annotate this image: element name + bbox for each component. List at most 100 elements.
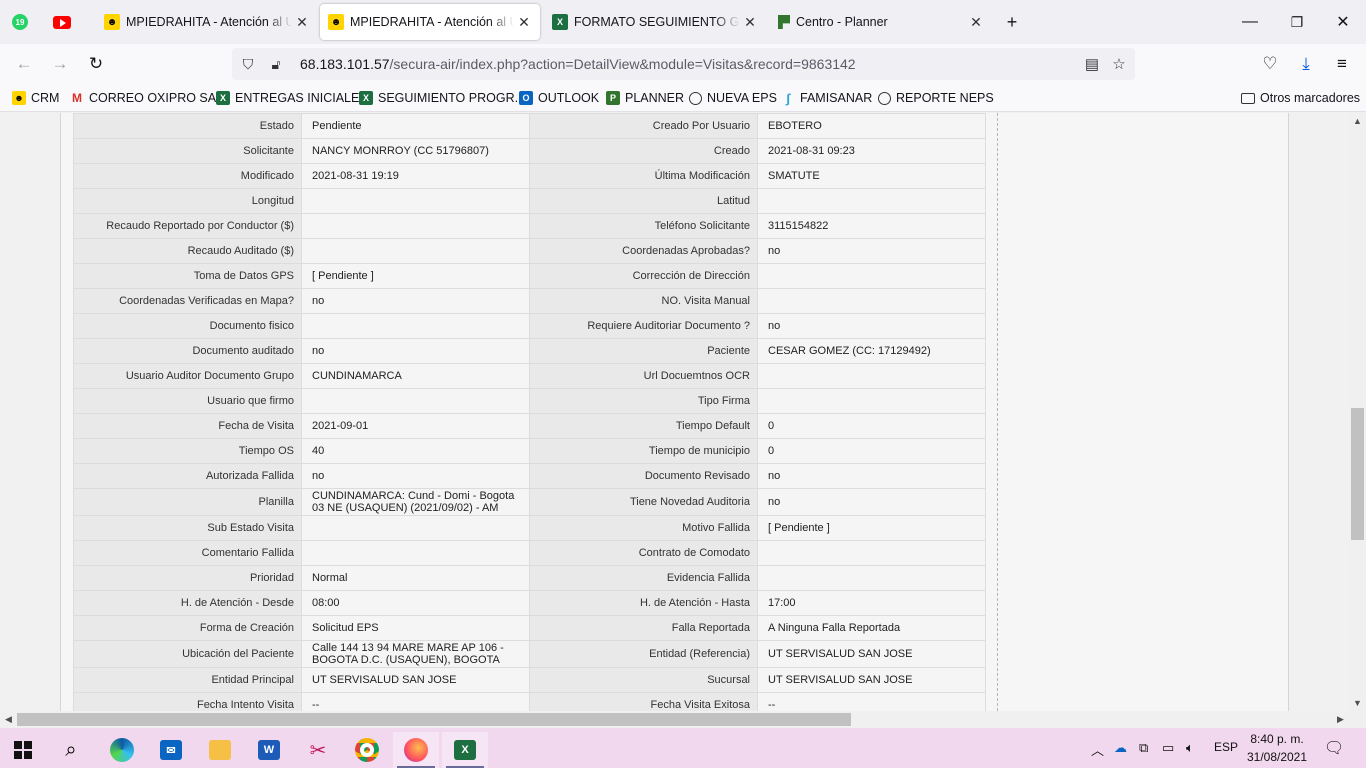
field-value: 2021-09-01 <box>301 413 530 439</box>
vertical-scrollbar[interactable]: ▲ ▼ <box>1349 113 1366 711</box>
maximize-button[interactable]: ❐ <box>1283 10 1311 34</box>
field-label: Requiere Auditoriar Documento ? <box>529 313 758 339</box>
detail-row: Solicitante NANCY MONRROY (CC 51796807) Cr… <box>73 138 986 164</box>
taskbar-firefox[interactable] <box>393 732 439 768</box>
new-tab-button[interactable]: + <box>998 10 1026 34</box>
field-label: Forma de Creación <box>73 615 302 641</box>
bookmark-planner[interactable]: P PLANNER <box>606 90 684 106</box>
start-button[interactable] <box>0 732 46 768</box>
clock-time[interactable]: 8:40 p. m. <box>1246 732 1308 746</box>
language-indicator[interactable]: ESP <box>1214 740 1238 754</box>
field-value <box>757 388 986 414</box>
tab-crm-1[interactable]: ☻ MPIEDRAHITA - Atención al Usuario ✕ <box>96 4 318 40</box>
field-value <box>301 388 530 414</box>
reader-view-icon[interactable]: ▤ <box>1081 54 1103 74</box>
detail-row: Estado Pendiente Creado Por Usuario EBOTERO <box>73 113 986 139</box>
url-bar[interactable]: ⛉ 🔓︎ 68.183.101.57/secura-air/index.php?… <box>232 48 1135 80</box>
window-close-button[interactable]: ✕ <box>1329 10 1357 34</box>
field-label: Recaudo Reportado por Conductor ($) <box>73 213 302 239</box>
tray-app-icon[interactable]: ⧉ <box>1139 740 1148 756</box>
close-icon[interactable]: ✕ <box>966 12 986 32</box>
tab-crm-2[interactable]: ☻ MPIEDRAHITA - Atención al Usuario ✕ <box>320 4 540 40</box>
pinned-tab-whatsapp[interactable]: 19 <box>8 10 32 34</box>
field-value: 2021-08-31 09:23 <box>757 138 986 164</box>
forward-button[interactable]: → <box>48 52 72 76</box>
detail-view-table: Estado Pendiente Creado Por Usuario EBOTERO… <box>73 113 986 711</box>
scroll-left-icon[interactable]: ◀ <box>0 711 17 728</box>
detail-row: Modificado 2021-08-31 19:19 Última Modific… <box>73 163 986 189</box>
bookmark-crm[interactable]: ☻ CRM <box>12 90 59 106</box>
bookmark-outlook[interactable]: O OUTLOOK <box>519 90 599 106</box>
field-label: NO. Visita Manual <box>529 288 758 314</box>
snipping-icon: ✂ <box>309 739 327 762</box>
volume-icon[interactable]: 🔈︎ <box>1186 740 1194 756</box>
tab-excel[interactable]: X FORMATO SEGUIMIENTO GD.xlsx ✕ <box>544 4 766 40</box>
menu-icon[interactable]: ≡ <box>1330 52 1354 76</box>
pocket-icon[interactable]: ♡ <box>1258 52 1282 76</box>
taskbar-excel[interactable]: X <box>442 732 488 768</box>
field-label: Tiene Novedad Auditoria <box>529 488 758 516</box>
field-value: 17:00 <box>757 590 986 616</box>
close-icon[interactable]: ✕ <box>740 12 760 32</box>
bookmark-label: PLANNER <box>625 91 685 105</box>
taskbar-file-explorer[interactable] <box>197 732 243 768</box>
folder-icon <box>1241 92 1255 104</box>
scroll-up-icon[interactable]: ▲ <box>1349 113 1366 129</box>
search-button[interactable]: ⌕ <box>48 732 94 768</box>
crm-icon: ☻ <box>12 91 26 105</box>
field-value <box>301 213 530 239</box>
close-icon[interactable]: ✕ <box>514 12 534 32</box>
insecure-lock-icon[interactable]: 🔓︎ <box>264 56 288 73</box>
field-label: H. de Atención - Desde <box>73 590 302 616</box>
horizontal-scrollbar[interactable]: ◀ ▶ <box>0 711 1349 728</box>
close-icon[interactable]: ✕ <box>292 12 312 32</box>
taskbar-word[interactable]: W <box>246 732 292 768</box>
bookmark-star-icon[interactable]: ☆ <box>1108 54 1130 74</box>
taskbar-snipping[interactable]: ✂ <box>295 732 341 768</box>
pinned-tab-youtube[interactable] <box>50 10 74 34</box>
planner-icon <box>778 15 790 29</box>
word-icon: W <box>258 740 280 760</box>
onedrive-icon[interactable]: ☁ <box>1114 740 1127 756</box>
minimize-button[interactable]: — <box>1236 10 1264 34</box>
clock-date[interactable]: 31/08/2021 <box>1246 750 1308 764</box>
scrollbar-thumb[interactable] <box>1351 408 1364 540</box>
field-value: 08:00 <box>301 590 530 616</box>
back-button[interactable]: ← <box>12 52 36 76</box>
detail-row: Fecha Intento Visita -- Fecha Visita Exit… <box>73 692 986 711</box>
famisanar-icon: ʃ <box>785 90 791 106</box>
taskbar-chrome[interactable] <box>344 732 390 768</box>
tray-overflow-icon[interactable]: ︿ <box>1091 740 1104 759</box>
field-label: Creado <box>529 138 758 164</box>
field-label: Motivo Fallida <box>529 515 758 541</box>
field-label: Tipo Firma <box>529 388 758 414</box>
bookmark-nueva-eps[interactable]: NUEVA EPS <box>689 90 777 106</box>
field-label: Tiempo OS <box>73 438 302 464</box>
field-value <box>757 188 986 214</box>
file-explorer-icon <box>209 740 231 760</box>
field-label: Tiempo de municipio <box>529 438 758 464</box>
reload-button[interactable]: ↻ <box>84 52 108 76</box>
downloads-icon[interactable]: ⤓ <box>1294 52 1318 76</box>
scroll-down-icon[interactable]: ▼ <box>1349 695 1366 711</box>
detail-row: H. de Atención - Desde 08:00 H. de Atenció… <box>73 590 986 616</box>
tab-planner[interactable]: Centro - Planner ✕ <box>770 4 992 40</box>
scroll-right-icon[interactable]: ▶ <box>1332 711 1349 728</box>
field-label: Entidad Principal <box>73 667 302 693</box>
bookmark-reporte-neps[interactable]: REPORTE NEPS <box>878 90 994 106</box>
excel-icon: X <box>454 740 476 760</box>
shield-icon[interactable]: ⛉ <box>236 56 260 73</box>
detail-row: Recaudo Auditado ($) Coordenadas Aprobada… <box>73 238 986 264</box>
scrollbar-thumb[interactable] <box>17 713 851 726</box>
taskbar-edge[interactable] <box>99 732 145 768</box>
notifications-icon[interactable]: 🗨︎ <box>1324 738 1344 758</box>
url-text[interactable]: 68.183.101.57/secura-air/index.php?actio… <box>300 56 856 72</box>
bookmark-entregas[interactable]: X ENTREGAS INICIALES <box>216 90 368 106</box>
taskbar-mail[interactable]: ✉ <box>148 732 194 768</box>
bookmark-correo[interactable]: M CORREO OXIPRO SAS <box>70 90 224 106</box>
bookmark-famisanar[interactable]: ʃ FAMISANAR <box>781 90 872 106</box>
network-icon[interactable]: ▭ <box>1162 740 1174 756</box>
field-value: SMATUTE <box>757 163 986 189</box>
bookmark-seguimiento[interactable]: X SEGUIMIENTO PROGR... <box>359 90 525 106</box>
other-bookmarks[interactable]: Otros marcadores <box>1241 90 1360 106</box>
